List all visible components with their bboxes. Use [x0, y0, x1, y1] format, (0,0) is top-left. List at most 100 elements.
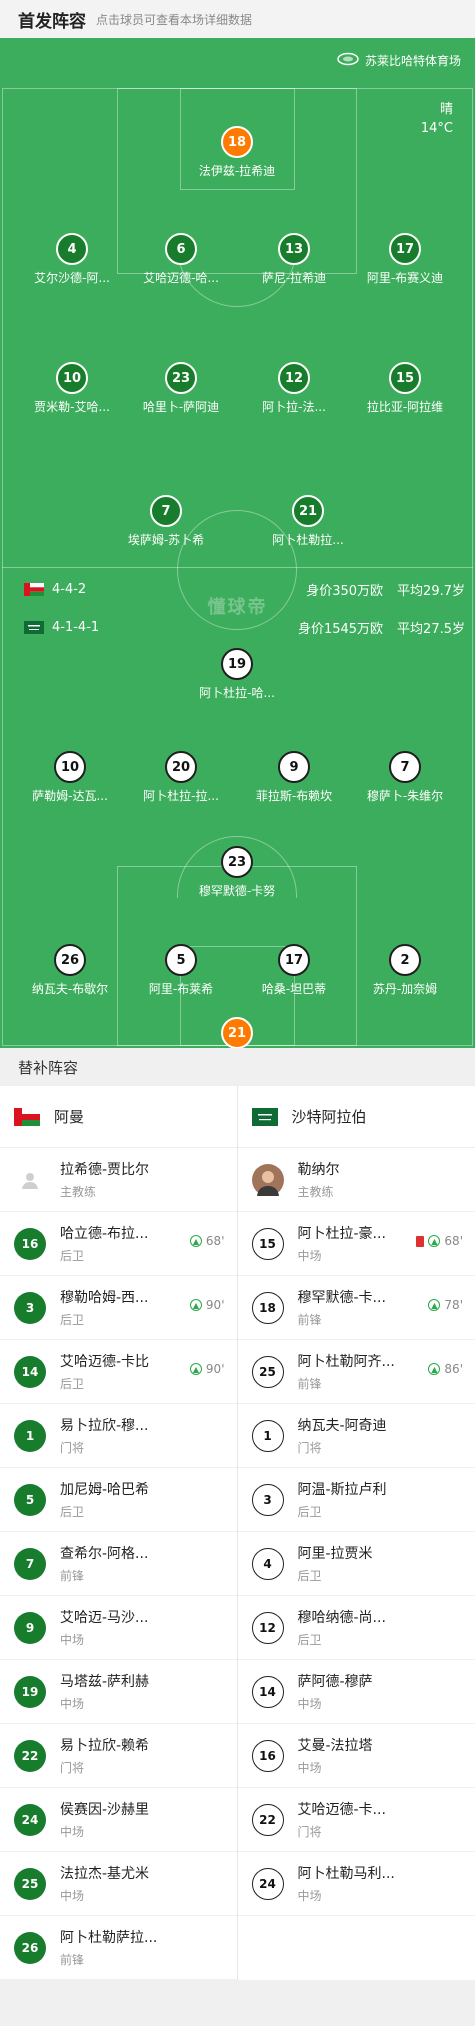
- lineup-hint: 点击球员可查看本场详细数据: [96, 12, 253, 27]
- sub-jersey-number: 26: [14, 1931, 46, 1964]
- oman-flag-icon: [14, 1107, 40, 1126]
- away-player[interactable]: 7 穆萨卜-朱维尔: [350, 751, 460, 804]
- sub-player-position: 后卫: [60, 1249, 85, 1263]
- sub-player-row[interactable]: 3 阿温-斯拉卢利 后卫: [237, 1468, 475, 1532]
- venue: 苏莱比哈特体育场: [337, 52, 461, 69]
- away-player[interactable]: 17 哈桑-坦巴蒂: [239, 944, 349, 997]
- sub-player-name: 易卜拉欣-赖希: [60, 1738, 150, 1754]
- home-player[interactable]: 6 艾哈迈德-哈...: [126, 233, 236, 286]
- sub-player-row[interactable]: 22 艾哈迈德-卡... 门将: [237, 1788, 475, 1852]
- jersey-number: 17: [278, 944, 310, 976]
- sub-player-name: 马塔兹-萨利赫: [60, 1674, 150, 1690]
- home-player[interactable]: 21 阿卜杜勒拉...: [253, 495, 363, 548]
- sub-player-row[interactable]: 25 阿卜杜勒阿齐... 前锋 ▲ 86': [237, 1340, 475, 1404]
- home-player[interactable]: 7 埃萨姆-苏卜希: [111, 495, 221, 548]
- sub-player-name: 阿卜杜勒萨拉...: [60, 1930, 158, 1946]
- sub-player-row[interactable]: 9 艾哈迈-马沙... 中场: [0, 1596, 237, 1660]
- sub-jersey-number: 3: [251, 1483, 284, 1516]
- home-subs-team[interactable]: 阿曼: [0, 1086, 237, 1148]
- sub-player-row[interactable]: 14 萨阿德-穆萨 中场: [237, 1660, 475, 1724]
- jersey-number: 17: [389, 233, 421, 265]
- player-name: 萨勒姆-达瓦...: [32, 789, 108, 803]
- sub-player-row[interactable]: 1 易卜拉欣-穆... 门将: [0, 1404, 237, 1468]
- away-player[interactable]: 23 穆罕默德-卡努: [182, 846, 292, 899]
- home-player[interactable]: 4 艾尔沙德-阿...: [17, 233, 127, 286]
- sub-player-row[interactable]: 16 艾曼-法拉塔 中场: [237, 1724, 475, 1788]
- away-player[interactable]: 19 阿卜杜拉-哈...: [182, 648, 292, 701]
- home-player[interactable]: 12 阿卜拉-法...: [239, 362, 349, 415]
- sub-in-icon: ▲: [428, 1299, 441, 1311]
- sub-jersey-number: 22: [251, 1803, 284, 1836]
- sub-player-name: 穆哈纳德-尚...: [297, 1610, 386, 1626]
- away-subs-team[interactable]: 沙特阿拉伯: [237, 1086, 475, 1148]
- jersey-number: 26: [54, 944, 86, 976]
- sub-jersey-number: 14: [14, 1355, 46, 1388]
- player-name: 阿里-布莱希: [148, 982, 214, 996]
- sub-player-row[interactable]: 4 阿里-拉贾米 后卫: [237, 1532, 475, 1596]
- sub-player-row[interactable]: 12 穆哈纳德-尚... 后卫: [237, 1596, 475, 1660]
- jersey-number: 21: [221, 1017, 253, 1048]
- away-player[interactable]: 9 菲拉斯-布赖坎: [239, 751, 349, 804]
- lineup-title: 首发阵容: [18, 11, 86, 32]
- sub-player-name: 侯赛因-沙赫里: [60, 1802, 150, 1818]
- away-player[interactable]: 5 阿里-布莱希: [126, 944, 236, 997]
- oman-flag-icon: [24, 583, 44, 596]
- home-player[interactable]: 13 萨尼-拉希迪: [239, 233, 349, 286]
- away-coach-row[interactable]: 勒纳尔 主教练: [237, 1148, 475, 1212]
- sub-player-row[interactable]: 19 马塔兹-萨利赫 中场: [0, 1660, 237, 1724]
- home-player[interactable]: 18 法伊兹-拉希迪: [182, 126, 292, 179]
- away-player[interactable]: 2 苏丹-加奈姆: [350, 944, 460, 997]
- sub-player-position: 中场: [297, 1761, 322, 1775]
- away-player[interactable]: 10 萨勒姆-达瓦...: [15, 751, 125, 804]
- subs-header: 替补阵容: [0, 1048, 475, 1086]
- sub-player-row[interactable]: 1 纳瓦夫-阿奇迪 门将: [237, 1404, 475, 1468]
- home-player[interactable]: 23 哈里卜-萨阿迪: [126, 362, 236, 415]
- sub-player-position: 后卫: [297, 1633, 322, 1647]
- sub-jersey-number: 1: [251, 1419, 284, 1452]
- sub-player-row[interactable]: 24 侯赛因-沙赫里 中场: [0, 1788, 237, 1852]
- sub-jersey-number: 22: [14, 1739, 46, 1772]
- home-formation: 4-4-2: [52, 582, 87, 597]
- away-coach-role: 主教练: [297, 1185, 334, 1199]
- sub-player-name: 查希尔-阿格...: [60, 1546, 149, 1562]
- home-coach-row[interactable]: 拉希德-贾比尔 主教练: [0, 1148, 237, 1212]
- home-age: 平均29.7岁: [397, 584, 465, 599]
- sub-jersey-number: 4: [251, 1547, 284, 1580]
- away-player[interactable]: 20 阿卜杜拉-拉...: [126, 751, 236, 804]
- sub-player-row[interactable]: 25 法拉杰-基尤米 中场: [0, 1852, 237, 1916]
- sub-player-row[interactable]: 7 查希尔-阿格... 前锋: [0, 1532, 237, 1596]
- coach-avatar: [251, 1163, 284, 1196]
- sub-player-row[interactable]: 15 阿卜杜拉-豪... 中场 ▲ 68': [237, 1212, 475, 1276]
- player-name: 艾尔沙德-阿...: [34, 271, 110, 285]
- sub-jersey-number: 19: [14, 1675, 46, 1708]
- sub-jersey-number: 7: [14, 1547, 46, 1580]
- sub-player-name: 艾哈迈德-卡比: [60, 1354, 150, 1370]
- jersey-number: 5: [165, 944, 197, 976]
- sub-player-row[interactable]: 3 穆勒哈姆-西... 后卫 ▲ 90': [0, 1276, 237, 1340]
- sub-player-name: 艾哈迈德-卡...: [297, 1802, 386, 1818]
- player-name: 穆罕默德-卡努: [198, 884, 276, 898]
- sub-player-row[interactable]: 14 艾哈迈德-卡比 后卫 ▲ 90': [0, 1340, 237, 1404]
- sub-player-row[interactable]: 26 阿卜杜勒萨拉... 前锋: [0, 1916, 237, 1980]
- sub-player-row[interactable]: 24 阿卜杜勒马利... 中场: [237, 1852, 475, 1916]
- sub-player-row[interactable]: 5 加尼姆-哈巴希 后卫: [0, 1468, 237, 1532]
- home-coach-role: 主教练: [60, 1185, 97, 1199]
- player-name: 艾哈迈德-哈...: [143, 271, 219, 285]
- player-name: 哈桑-坦巴蒂: [261, 982, 327, 996]
- away-player[interactable]: 26 纳瓦夫-布歇尔: [15, 944, 125, 997]
- away-player[interactable]: 21穆罕默德-奥...: [182, 1017, 292, 1048]
- page-bottom: [0, 1980, 475, 2026]
- sub-player-row[interactable]: 18 穆罕默德-卡... 前锋 ▲ 78': [237, 1276, 475, 1340]
- sub-player-row[interactable]: 16 哈立德-布拉... 后卫 ▲ 68': [0, 1212, 237, 1276]
- sub-player-position: 后卫: [60, 1505, 85, 1519]
- sub-in-minute: 68': [205, 1234, 225, 1248]
- home-player[interactable]: 15 拉比亚-阿拉维: [350, 362, 460, 415]
- jersey-number: 23: [221, 846, 253, 878]
- sub-in-minute: 68': [444, 1234, 463, 1248]
- player-name: 纳瓦夫-布歇尔: [31, 982, 109, 996]
- home-player[interactable]: 10 贾米勒-艾哈...: [17, 362, 127, 415]
- home-player[interactable]: 17 阿里-布赛义迪: [350, 233, 460, 286]
- player-name: 穆萨卜-朱维尔: [366, 789, 444, 803]
- away-value: 身价1545万欧: [297, 622, 384, 637]
- sub-player-row[interactable]: 22 易卜拉欣-赖希 门将: [0, 1724, 237, 1788]
